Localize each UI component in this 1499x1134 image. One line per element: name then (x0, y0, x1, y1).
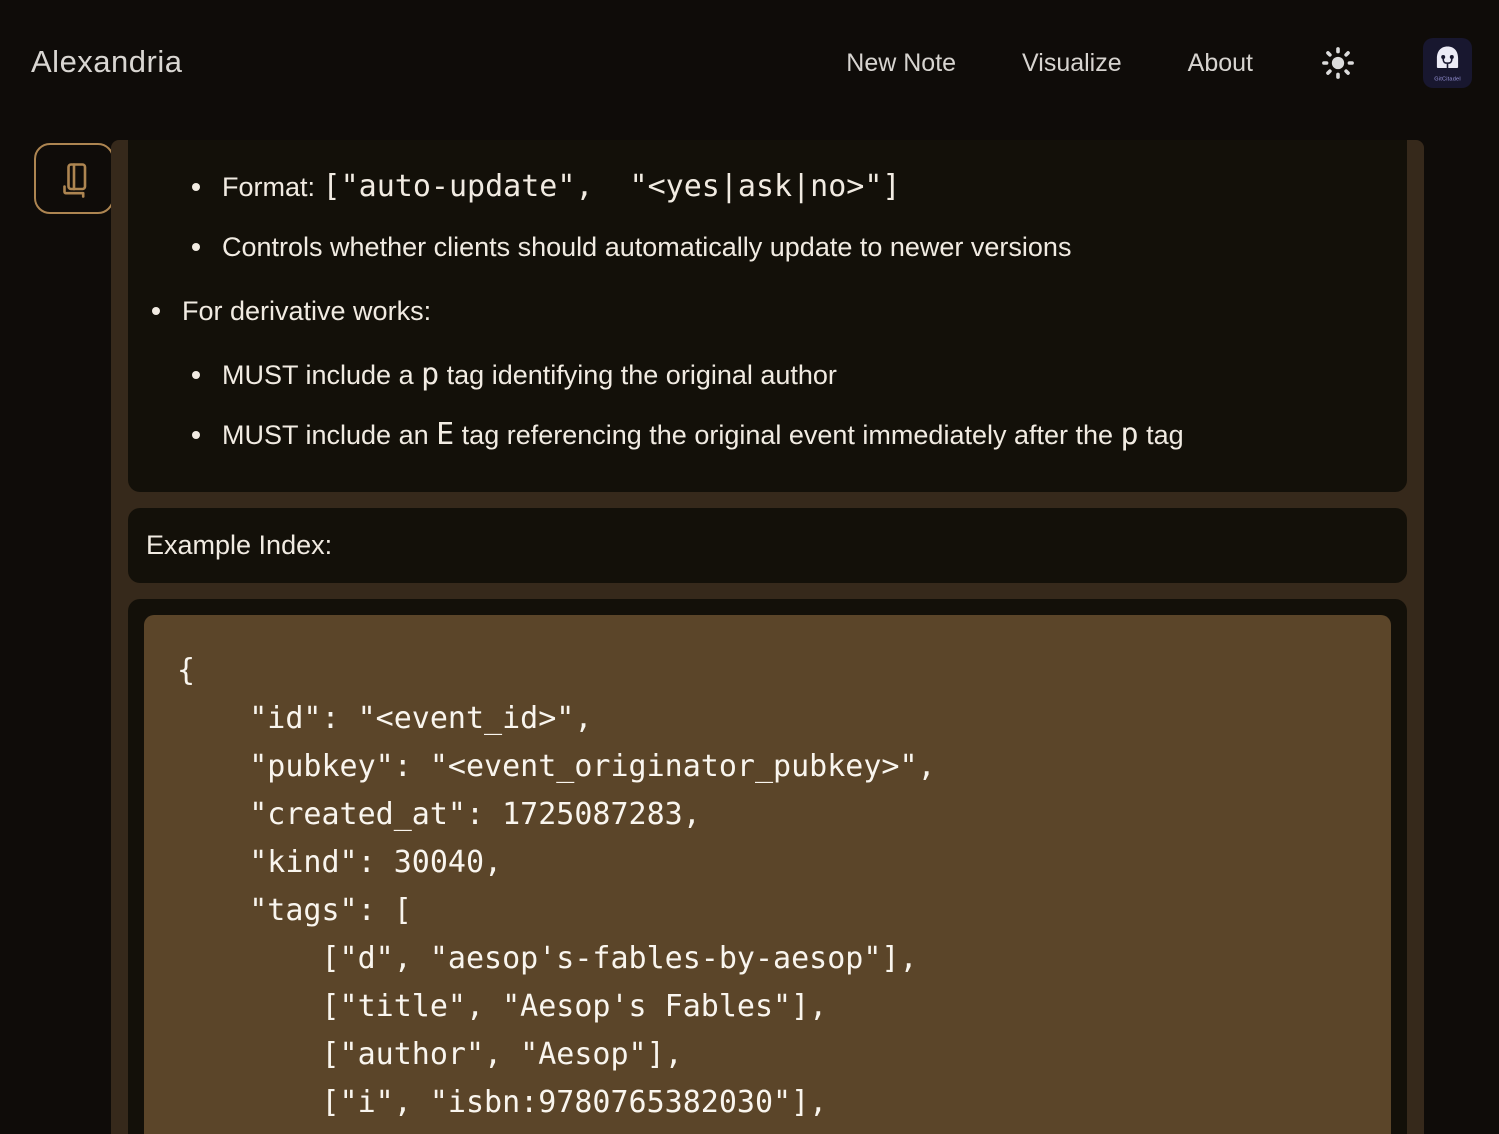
code-line: ["author", "Aesop"], (177, 1031, 1358, 1079)
code-line: "kind": 30040, (177, 839, 1358, 887)
nested-list: MUST include a p tag identifying the ori… (182, 357, 1367, 453)
app-header: Alexandria New Note Visualize About (0, 0, 1499, 140)
list-text: MUST include an (222, 420, 436, 450)
inline-code: p (421, 357, 439, 392)
list-text: Controls whether clients should automati… (222, 232, 1071, 262)
book-icon (54, 159, 94, 199)
inline-code: ["auto-update", "<yes|ask|no>"] (323, 169, 901, 204)
list-text: Format: (222, 172, 323, 202)
code-line: "created_at": 1725087283, (177, 791, 1358, 839)
nav-visualize[interactable]: Visualize (1022, 49, 1122, 78)
example-index-label: Example Index: (146, 530, 1389, 561)
list-text: tag referencing the original event immed… (454, 420, 1120, 450)
gitcitadel-ghost-icon: GitCitadel (1423, 38, 1472, 88)
sub-list: Format: ["auto-update", "<yes|ask|no>"] … (128, 169, 1367, 265)
page: Alexandria New Note Visualize About (0, 0, 1499, 1134)
gitcitadel-logo[interactable]: GitCitadel (1423, 38, 1472, 88)
list-item: MUST include an E tag referencing the or… (182, 417, 1367, 453)
code-line: { (177, 647, 1358, 695)
list-item: For derivative works: MUST include a p t… (128, 293, 1367, 453)
top-list: For derivative works: MUST include a p t… (128, 293, 1367, 453)
sidebar-toggle-button[interactable] (34, 143, 114, 214)
inline-code: p (1121, 417, 1139, 452)
main-nav: New Note Visualize About (846, 0, 1472, 126)
example-index-card: Example Index: (128, 508, 1407, 583)
code-line: "pubkey": "<event_originator_pubkey>", (177, 743, 1358, 791)
inline-code: E (436, 417, 454, 452)
code-block: { "id": "<event_id>", "pubkey": "<event_… (144, 615, 1391, 1134)
list-item: Format: ["auto-update", "<yes|ask|no>"] (128, 169, 1367, 205)
doc-card: Format: ["auto-update", "<yes|ask|no>"] … (128, 140, 1407, 492)
sun-icon (1320, 45, 1356, 81)
app-title: Alexandria (31, 44, 182, 80)
code-line: "tags": [ (177, 887, 1358, 935)
nav-new-note[interactable]: New Note (846, 49, 956, 78)
content-scroll-area[interactable]: Format: ["auto-update", "<yes|ask|no>"] … (111, 140, 1424, 1134)
list-text: For derivative works: (182, 296, 431, 326)
theme-toggle-button[interactable] (1319, 44, 1357, 82)
list-text: MUST include a (222, 360, 421, 390)
list-item: Controls whether clients should automati… (128, 229, 1367, 265)
list-item: MUST include a p tag identifying the ori… (182, 357, 1367, 393)
code-line: "id": "<event_id>", (177, 695, 1358, 743)
code-card: { "id": "<event_id>", "pubkey": "<event_… (128, 599, 1407, 1134)
logo-caption: GitCitadel (1434, 77, 1461, 83)
nav-about[interactable]: About (1188, 49, 1253, 78)
list-text: tag (1139, 420, 1184, 450)
code-line: ["d", "aesop's-fables-by-aesop"], (177, 935, 1358, 983)
list-text: tag identifying the original author (439, 360, 837, 390)
code-line: ["i", "isbn:9780765382030"], (177, 1079, 1358, 1127)
code-line: ["title", "Aesop's Fables"], (177, 983, 1358, 1031)
